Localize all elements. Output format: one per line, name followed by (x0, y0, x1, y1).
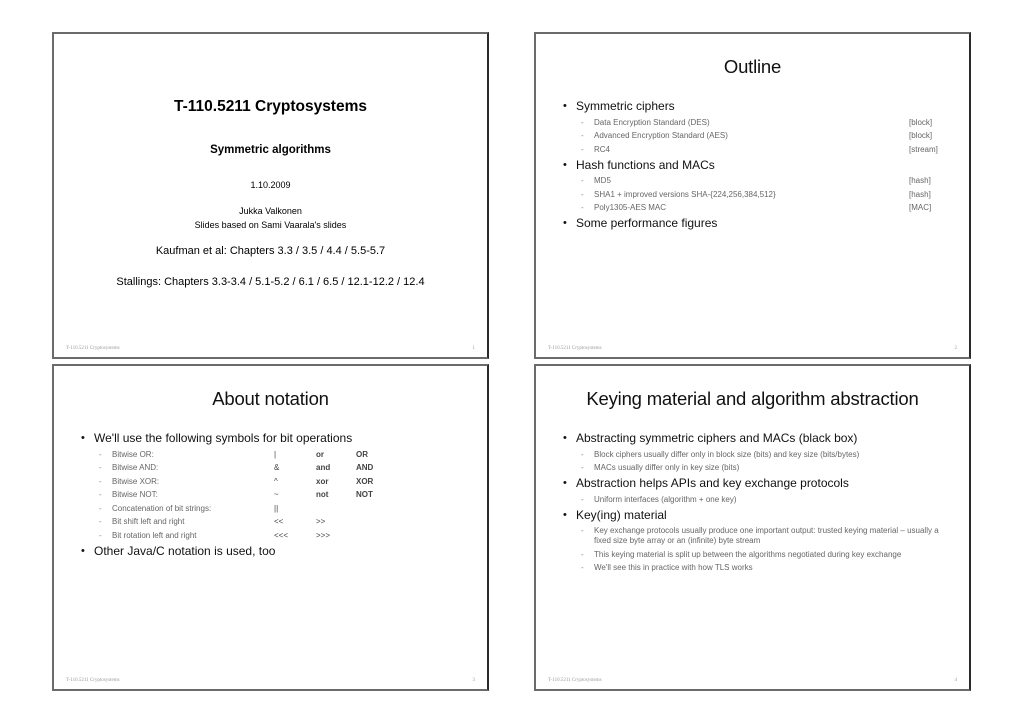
sub-item: Block ciphers usually differ only in blo… (563, 450, 939, 460)
bullet-item: Hash functions and MACs (563, 158, 957, 173)
bullet-item: We'll use the following symbols for bit … (81, 431, 475, 446)
lecture-date: 1.10.2009 (250, 180, 291, 190)
based-on-note: Slides based on Sami Vaarala's slides (194, 220, 347, 230)
slide-page-number: 4 (954, 678, 958, 683)
slide-page-number: 2 (954, 346, 958, 351)
notation-row: Bitwise NOT:~notNOT (81, 490, 475, 500)
bullet-item: Key(ing) material (563, 508, 939, 523)
sub-item: SHA1 + improved versions SHA-{224,256,38… (563, 190, 957, 200)
slide-page-number: 3 (472, 678, 476, 683)
lecture-subtitle: Symmetric algorithms (210, 144, 331, 156)
category-tag: [block] (909, 117, 933, 127)
notation-row: Bit rotation left and right<<<>>> (81, 531, 475, 541)
bullet-item: Symmetric ciphers (563, 99, 957, 114)
slide-title: Keying material and algorithm abstractio… (586, 388, 919, 409)
sub-item: Data Encryption Standard (DES)[block] (563, 118, 957, 128)
kaufman-reference: Kaufman et al: Chapters 3.3 / 3.5 / 4.4 … (155, 245, 386, 257)
bullet-item: Abstraction helps APIs and key exchange … (563, 476, 939, 491)
slide-2: Outline Symmetric ciphers Data Encryptio… (534, 32, 971, 359)
sub-item: MACs usually differ only in key size (bi… (563, 463, 939, 473)
category-tag: [hash] (909, 189, 931, 199)
sub-item: Advanced Encryption Standard (AES)[block… (563, 131, 957, 141)
category-tag: [block] (909, 131, 933, 140)
sub-item: RC4[stream] (563, 145, 957, 155)
sub-item: We'll see this in practice with how TLS … (563, 563, 939, 573)
sub-item: Poly1305-AES MAC[MAC] (563, 203, 957, 213)
stallings-reference: Stallings: Chapters 3.3-3.4 / 5.1-5.2 / … (116, 276, 425, 288)
sub-item: This keying material is split up between… (563, 550, 939, 560)
slide-3: About notation We'll use the following s… (52, 364, 489, 691)
outline-list: Symmetric ciphers Data Encryption Standa… (563, 96, 957, 231)
notation-table: Bitwise OR:|orOR Bitwise AND:&andAND Bit… (81, 450, 475, 541)
category-tag: [stream] (909, 144, 938, 154)
slide-title: Outline (723, 56, 782, 77)
notation-row: Bitwise AND:&andAND (81, 463, 475, 473)
notation-row: Bitwise XOR:^xorXOR (81, 477, 475, 487)
sub-item: Key exchange protocols usually produce o… (563, 526, 939, 546)
course-title: T-110.5211 Cryptosystems (173, 98, 367, 115)
bullet-item: Abstracting symmetric ciphers and MACs (… (563, 431, 939, 446)
sub-item: MD5[hash] (563, 176, 957, 186)
slide-1: T-110.5211 Cryptosystems Symmetric algor… (52, 32, 489, 359)
category-tag: [hash] (909, 176, 931, 185)
slide-footer-course: T-110.5211 Cryptosystems (66, 346, 120, 351)
notation-content: We'll use the following symbols for bit … (81, 428, 475, 559)
category-tag: [MAC] (909, 203, 932, 212)
slide-page-number: 1 (472, 346, 476, 351)
sub-item: Uniform interfaces (algorithm + one key) (563, 495, 939, 505)
notation-row: Concatenation of bit strings:|| (81, 504, 475, 514)
notation-row: Bitwise OR:|orOR (81, 450, 475, 460)
bullet-item: Other Java/C notation is used, too (81, 544, 475, 559)
slide-title: About notation (212, 388, 329, 409)
slide-4: Keying material and algorithm abstractio… (534, 364, 971, 691)
notation-row: Bit shift left and right<<>> (81, 517, 475, 527)
slide-footer-course: T-110.5211 Cryptosystems (548, 678, 602, 683)
keying-content: Abstracting symmetric ciphers and MACs (… (563, 428, 939, 575)
slide-footer-course: T-110.5211 Cryptosystems (66, 678, 120, 683)
bullet-item: Some performance figures (563, 216, 957, 231)
author: Jukka Valkonen (239, 206, 302, 216)
slide-footer-course: T-110.5211 Cryptosystems (548, 346, 602, 351)
